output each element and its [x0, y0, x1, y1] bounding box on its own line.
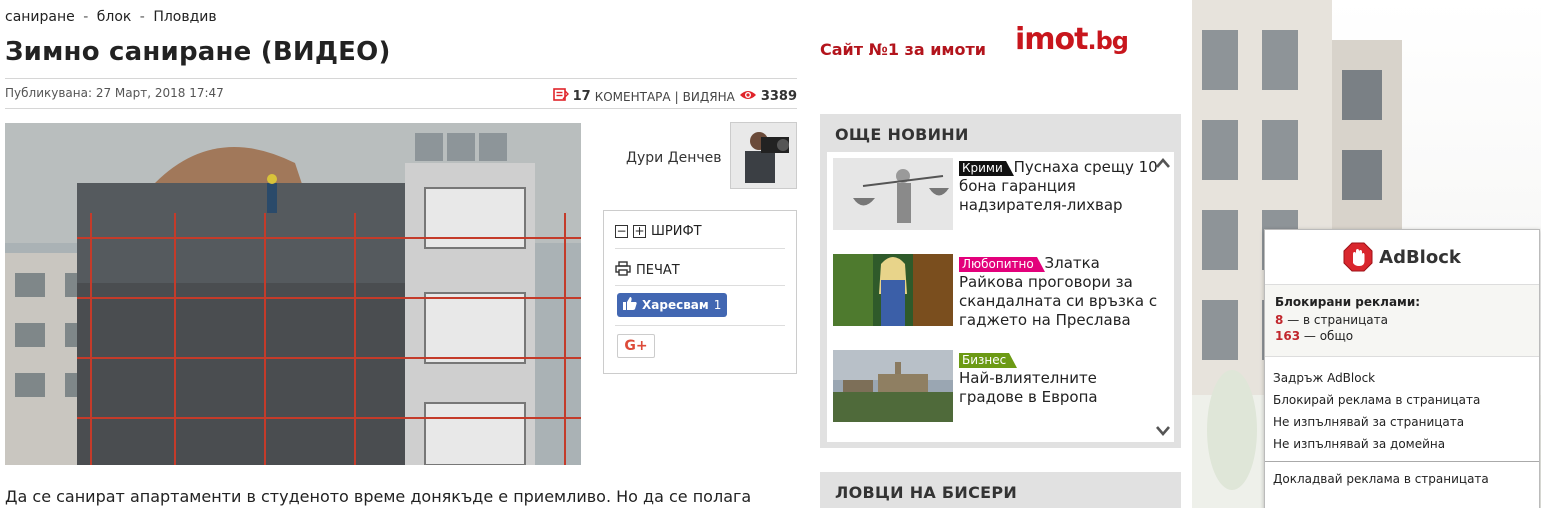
divider: [5, 108, 797, 109]
adblock-menu: Задръж AdBlock Блокирай реклама в страни…: [1265, 357, 1539, 490]
more-news-header: ОЩЕ НОВИНИ: [835, 125, 969, 144]
news-item[interactable]: Крими Пуснаха срещу 10 бона гаранция над…: [833, 158, 1158, 232]
more-news-widget: ОЩЕ НОВИНИ Крими Пуснаха срещу 10 бона г…: [820, 114, 1181, 448]
print-button[interactable]: ПЕЧАТ: [615, 261, 785, 280]
thumbs-up-icon: [623, 297, 637, 313]
font-size-control: − + ШРИФТ: [615, 224, 785, 239]
news-list: Крими Пуснаха срещу 10 бона гаранция над…: [827, 152, 1174, 442]
chevron-up-icon[interactable]: [1156, 156, 1170, 172]
adblock-dont-run-page-item[interactable]: Не изпълнявай за страницата: [1273, 411, 1531, 433]
logo-domain: .bg: [1087, 27, 1129, 55]
pearl-hunters-widget: ЛОВЦИ НА БИСЕРИ: [820, 472, 1181, 508]
comments-label[interactable]: КОМЕНТАРА: [595, 90, 671, 104]
page: саниране - блок - Пловдив Зимно саниране…: [0, 0, 1541, 508]
divider: [615, 325, 785, 326]
promo-text: Сайт №1 за имоти: [820, 40, 986, 59]
blocked-total-count: 163: [1275, 329, 1301, 343]
article-tools: − + ШРИФТ ПЕЧАТ Харесвам 1 G+: [603, 210, 797, 374]
adblock-report-item[interactable]: Докладвай реклама в страницата: [1273, 468, 1531, 490]
news-text[interactable]: Бизнес Най-влиятелните градове в Европа: [959, 350, 1159, 407]
comments-icon[interactable]: [552, 88, 569, 105]
divider: [615, 285, 785, 286]
pearl-hunters-header: ЛОВЦИ НА БИСЕРИ: [835, 483, 1018, 502]
news-item[interactable]: Любопитно Златка Райкова проговори за ск…: [833, 254, 1157, 329]
font-increase-icon[interactable]: +: [633, 225, 646, 238]
article-tags: саниране - блок - Пловдив: [5, 9, 217, 25]
adblock-pause-item[interactable]: Задръж AdBlock: [1273, 367, 1531, 389]
blocked-page-count: 8: [1275, 313, 1284, 327]
blocked-label: Блокирани реклами:: [1275, 295, 1421, 309]
adblock-dont-run-domain-item[interactable]: Не изпълнявай за домейна: [1273, 433, 1531, 455]
tag-link[interactable]: Пловдив: [153, 9, 216, 25]
news-item[interactable]: Бизнес Най-влиятелните градове в Европа: [833, 350, 1153, 424]
views-count: 3389: [760, 89, 797, 104]
divider: [5, 78, 797, 79]
adblock-header: AdBlock: [1265, 230, 1539, 285]
like-label: Харесвам: [642, 298, 709, 312]
article-photo[interactable]: [5, 123, 581, 465]
stats-separator: |: [674, 89, 679, 104]
imot-promo-banner[interactable]: Сайт №1 за имоти imot.bg: [820, 20, 1180, 70]
chevron-down-icon[interactable]: [1156, 424, 1170, 440]
author-name[interactable]: Дури Денчев: [626, 150, 722, 166]
news-category[interactable]: Бизнес: [959, 353, 1018, 368]
news-category[interactable]: Любопитно: [959, 257, 1045, 272]
tag-link[interactable]: блок: [97, 9, 132, 25]
divider: [615, 248, 785, 249]
tag-separator: -: [139, 9, 145, 25]
adblock-block-ad-item[interactable]: Блокирай реклама в страницата: [1273, 389, 1531, 411]
blocked-total-line: 163 — общо: [1275, 328, 1529, 344]
font-label: ШРИФТ: [651, 224, 702, 239]
facebook-like-button[interactable]: Харесвам 1: [617, 293, 727, 317]
blocked-page-label: — в страницата: [1287, 313, 1388, 327]
news-thumbnail[interactable]: [833, 254, 953, 326]
adblock-stats: Блокирани реклами: 8 — в страницата 163 …: [1265, 285, 1539, 357]
eye-icon: [739, 89, 757, 104]
like-count: 1: [713, 298, 722, 312]
news-thumbnail[interactable]: [833, 158, 953, 230]
print-label: ПЕЧАТ: [636, 263, 680, 278]
comments-count[interactable]: 17: [573, 89, 591, 104]
article-title: Зимно саниране (ВИДЕО): [5, 37, 391, 67]
divider: [1265, 461, 1539, 462]
imot-logo: imot.bg: [1015, 22, 1129, 57]
adblock-title: AdBlock: [1379, 246, 1461, 268]
logo-main: imot: [1015, 22, 1088, 57]
font-decrease-icon[interactable]: −: [615, 225, 628, 238]
article-stats: 17 КОМЕНТАРА | ВИДЯНА 3389: [552, 88, 797, 105]
blocked-page-line: 8 — в страницата: [1275, 312, 1529, 328]
news-category[interactable]: Крими: [959, 161, 1014, 176]
blocked-total-label: — общо: [1303, 329, 1354, 343]
author-avatar[interactable]: [730, 122, 797, 189]
article-lead: Да се санират апартаменти в студеното вр…: [5, 487, 752, 506]
news-thumbnail[interactable]: [833, 350, 953, 422]
tag-link[interactable]: саниране: [5, 9, 75, 25]
news-title[interactable]: Най-влиятелните градове в Европа: [959, 369, 1098, 406]
views-label: ВИДЯНА: [682, 89, 735, 104]
adblock-popup: AdBlock Блокирани реклами: 8 — в страниц…: [1264, 229, 1540, 508]
adblock-hand-icon: [1343, 242, 1373, 272]
google-plus-button[interactable]: G+: [617, 334, 655, 358]
tag-separator: -: [83, 9, 89, 25]
published-date: Публикувана: 27 Март, 2018 17:47: [5, 86, 224, 100]
news-text[interactable]: Любопитно Златка Райкова проговори за ск…: [959, 254, 1159, 330]
print-icon: [615, 261, 631, 280]
news-text[interactable]: Крими Пуснаха срещу 10 бона гаранция над…: [959, 158, 1159, 215]
